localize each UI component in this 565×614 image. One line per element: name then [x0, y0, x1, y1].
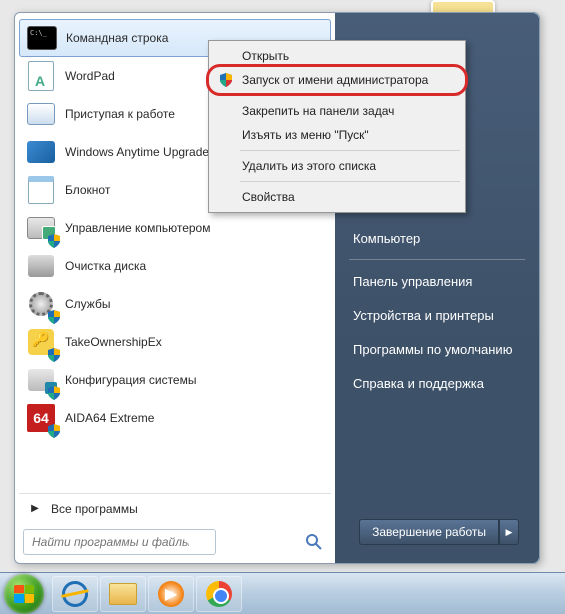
program-item-msconfig[interactable]: Конфигурация системы: [19, 361, 331, 399]
wordpad-icon: [25, 60, 57, 92]
all-programs-label: Все программы: [51, 502, 138, 516]
notepad-icon: [25, 174, 57, 206]
shutdown-group: Завершение работы ▶: [359, 519, 519, 545]
separator: [240, 95, 460, 96]
ctx-remove-start[interactable]: Изъять из меню "Пуск": [212, 123, 462, 147]
search-input[interactable]: [23, 529, 216, 555]
program-label: Windows Anytime Upgrade: [65, 145, 209, 159]
config-icon: [25, 364, 57, 396]
management-icon: [25, 212, 57, 244]
program-label: AIDA64 Extreme: [65, 411, 154, 425]
program-item-computer-mgmt[interactable]: Управление компьютером: [19, 209, 331, 247]
taskbar-explorer[interactable]: [100, 576, 146, 612]
program-item-aida64[interactable]: 64 AIDA64 Extreme: [19, 399, 331, 437]
taskbar-media-player[interactable]: ▶: [148, 576, 194, 612]
folder-icon: [109, 583, 137, 605]
program-label: Очистка диска: [65, 259, 146, 273]
places-devices[interactable]: Устройства и принтеры: [335, 298, 539, 332]
key-icon: [25, 326, 57, 358]
program-label: Приступая к работе: [65, 107, 175, 121]
separator: [240, 181, 460, 182]
program-item-takeownership[interactable]: TakeOwnershipEx: [19, 323, 331, 361]
media-player-icon: ▶: [158, 581, 184, 607]
context-menu: Открыть Запуск от имени администратора З…: [208, 40, 466, 213]
program-label: Службы: [65, 297, 110, 311]
ctx-pin-taskbar[interactable]: Закрепить на панели задач: [212, 99, 462, 123]
program-item-disk-cleanup[interactable]: Очистка диска: [19, 247, 331, 285]
program-label: Управление компьютером: [65, 221, 210, 235]
shutdown-options-button[interactable]: ▶: [499, 519, 519, 545]
shutdown-button[interactable]: Завершение работы: [359, 519, 499, 545]
getting-started-icon: [25, 98, 57, 130]
separator: [240, 150, 460, 151]
start-button[interactable]: [4, 574, 44, 614]
taskbar-chrome[interactable]: [196, 576, 242, 612]
cmd-icon: [26, 22, 58, 54]
chevron-right-icon: ▶: [25, 503, 45, 514]
program-label: WordPad: [65, 69, 115, 83]
ie-icon: [60, 578, 91, 609]
program-label: Командная строка: [66, 31, 168, 45]
ctx-properties[interactable]: Свойства: [212, 185, 462, 209]
gear-icon: [25, 288, 57, 320]
ctx-remove-list[interactable]: Удалить из этого списка: [212, 154, 462, 178]
uac-shield-icon: [47, 424, 61, 438]
search-row: [19, 523, 331, 559]
windows-icon: [25, 136, 57, 168]
places-help[interactable]: Справка и поддержка: [335, 366, 539, 400]
uac-shield-icon: [47, 386, 61, 400]
uac-shield-icon: [47, 310, 61, 324]
program-label: TakeOwnershipEx: [65, 335, 162, 349]
taskbar: ▶: [0, 572, 565, 614]
ctx-run-as-admin[interactable]: Запуск от имени администратора: [212, 68, 462, 92]
uac-shield-icon: [218, 72, 234, 88]
taskbar-ie[interactable]: [52, 576, 98, 612]
program-label: Блокнот: [65, 183, 110, 197]
disk-icon: [25, 250, 57, 282]
separator: [349, 259, 525, 260]
aida64-icon: 64: [25, 402, 57, 434]
search-icon[interactable]: [305, 533, 323, 551]
ctx-open[interactable]: Открыть: [212, 44, 462, 68]
all-programs-button[interactable]: ▶ Все программы: [19, 493, 331, 523]
uac-shield-icon: [47, 348, 61, 362]
chrome-icon: [206, 581, 232, 607]
places-default-programs[interactable]: Программы по умолчанию: [335, 332, 539, 366]
uac-shield-icon: [47, 234, 61, 248]
program-label: Конфигурация системы: [65, 373, 196, 387]
windows-logo-icon: [14, 585, 34, 603]
places-computer[interactable]: Компьютер: [335, 221, 539, 255]
program-item-services[interactable]: Службы: [19, 285, 331, 323]
places-control-panel[interactable]: Панель управления: [335, 264, 539, 298]
